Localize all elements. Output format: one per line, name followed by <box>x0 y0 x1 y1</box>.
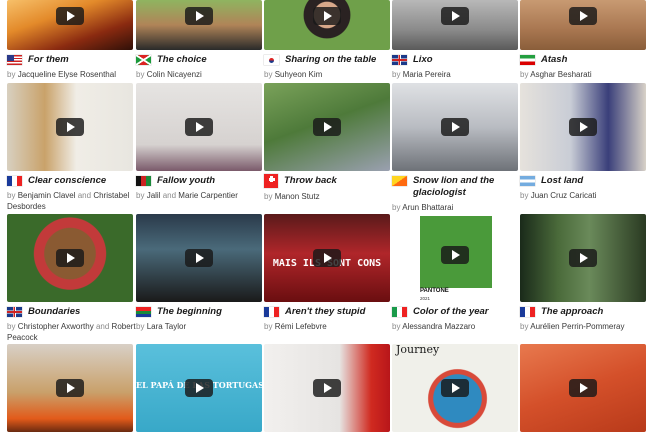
flag-switzerland-icon <box>264 174 278 188</box>
film-title[interactable]: Lost land <box>541 175 583 187</box>
video-thumbnail[interactable] <box>136 83 262 171</box>
film-title[interactable]: Lixo <box>413 54 433 66</box>
flag-south-korea-icon <box>264 55 279 65</box>
flag-burundi-icon <box>136 55 151 65</box>
flag-united-kingdom-icon <box>392 55 407 65</box>
play-icon[interactable] <box>56 249 84 267</box>
video-thumbnail[interactable] <box>392 0 518 50</box>
play-icon[interactable] <box>441 7 469 25</box>
flag-iran-icon <box>520 55 535 65</box>
play-icon[interactable] <box>56 379 84 397</box>
play-icon[interactable] <box>313 118 341 136</box>
video-thumbnail[interactable] <box>520 0 646 50</box>
play-icon[interactable] <box>185 379 213 397</box>
film-credits: by Jacqueline Elyse Rosenthal <box>7 70 116 79</box>
film-title[interactable]: The choice <box>157 54 207 66</box>
play-icon[interactable] <box>313 249 341 267</box>
film-title[interactable]: The beginning <box>157 306 222 318</box>
play-icon[interactable] <box>56 7 84 25</box>
play-icon[interactable] <box>56 118 84 136</box>
play-icon[interactable] <box>569 118 597 136</box>
play-icon[interactable] <box>441 118 469 136</box>
video-thumbnail[interactable] <box>264 0 390 50</box>
film-credits: by Jalil and Marie Carpentier <box>136 191 238 200</box>
flag-usa-icon <box>7 55 22 65</box>
film-title[interactable]: Throw back <box>284 175 337 187</box>
film-credits: by Suhyeon Kim <box>264 70 323 79</box>
film-title[interactable]: The approach <box>541 306 603 318</box>
video-thumbnail[interactable] <box>520 214 646 302</box>
video-thumbnail[interactable]: Journey <box>392 344 518 432</box>
video-thumbnail[interactable] <box>7 0 133 50</box>
film-title[interactable]: Color of the year <box>413 306 489 318</box>
pantone-label: PANTONE <box>420 288 449 294</box>
video-thumbnail[interactable] <box>136 214 262 302</box>
film-title[interactable]: Fallow youth <box>157 175 215 187</box>
video-thumbnail[interactable] <box>520 83 646 171</box>
film-title[interactable]: Snow lion and the glaciologist <box>413 175 518 199</box>
flag-france-icon <box>520 307 535 317</box>
video-thumbnail[interactable] <box>7 214 133 302</box>
play-icon[interactable] <box>441 246 469 264</box>
thumbnail-caption: Journey <box>396 344 440 356</box>
play-icon[interactable] <box>569 379 597 397</box>
flag-afghanistan-icon <box>136 176 151 186</box>
video-thumbnail[interactable] <box>264 83 390 171</box>
video-thumbnail[interactable]: EL PAPÁ DE LAS TORTUGAS <box>136 344 262 432</box>
flag-bhutan-icon <box>392 176 407 186</box>
film-credits: by Lara Taylor <box>136 322 187 331</box>
video-thumbnail[interactable] <box>520 344 646 432</box>
play-icon[interactable] <box>185 7 213 25</box>
film-title[interactable]: Boundaries <box>28 306 80 318</box>
film-credits: by Colin Nicayenzi <box>136 70 202 79</box>
film-title[interactable]: Sharing on the table <box>285 54 376 66</box>
film-credits: by Aurélien Perrin-Pommeray <box>520 322 625 331</box>
film-credits: by Maria Pereira <box>392 70 451 79</box>
film-grid: For them by Jacqueline Elyse Rosenthal T… <box>0 0 654 436</box>
film-credits: by Juan Cruz Caricati <box>520 191 597 200</box>
video-thumbnail[interactable]: PANTONE 2021 <box>392 214 518 302</box>
film-title[interactable]: Atash <box>541 54 567 66</box>
video-thumbnail[interactable] <box>136 0 262 50</box>
play-icon[interactable] <box>313 379 341 397</box>
film-credits: by Asghar Besharati <box>520 70 592 79</box>
flag-france-icon <box>264 307 279 317</box>
play-icon[interactable] <box>569 249 597 267</box>
film-credits: by Christopher Axworthy and Robert Peaco… <box>7 322 136 342</box>
film-credits: by Benjamin Clavel and Christabel Desbor… <box>7 191 130 211</box>
play-icon[interactable] <box>185 249 213 267</box>
film-title[interactable]: Aren't they stupid <box>285 306 365 318</box>
flag-united-kingdom-icon <box>7 307 22 317</box>
play-icon[interactable] <box>441 379 469 397</box>
pantone-year: 2021 <box>420 296 431 301</box>
film-credits: by Rémi Lefebvre <box>264 322 327 331</box>
video-thumbnail[interactable]: MAIS ILS SONT CONS <box>264 214 390 302</box>
flag-france-icon <box>7 176 22 186</box>
play-icon[interactable] <box>569 7 597 25</box>
flag-argentina-icon <box>520 176 535 186</box>
video-thumbnail[interactable] <box>7 83 133 171</box>
film-credits: by Arun Bhattarai <box>392 203 454 212</box>
flag-south-africa-icon <box>136 307 151 317</box>
film-title[interactable]: For them <box>28 54 69 66</box>
play-icon[interactable] <box>313 7 341 25</box>
video-thumbnail[interactable] <box>264 344 390 432</box>
film-credits: by Manon Stutz <box>264 192 320 201</box>
flag-italy-icon <box>392 307 407 317</box>
video-thumbnail[interactable] <box>392 83 518 171</box>
play-icon[interactable] <box>185 118 213 136</box>
film-title[interactable]: Clear conscience <box>28 175 106 187</box>
video-thumbnail[interactable] <box>7 344 133 432</box>
film-credits: by Alessandra Mazzaro <box>392 322 476 331</box>
